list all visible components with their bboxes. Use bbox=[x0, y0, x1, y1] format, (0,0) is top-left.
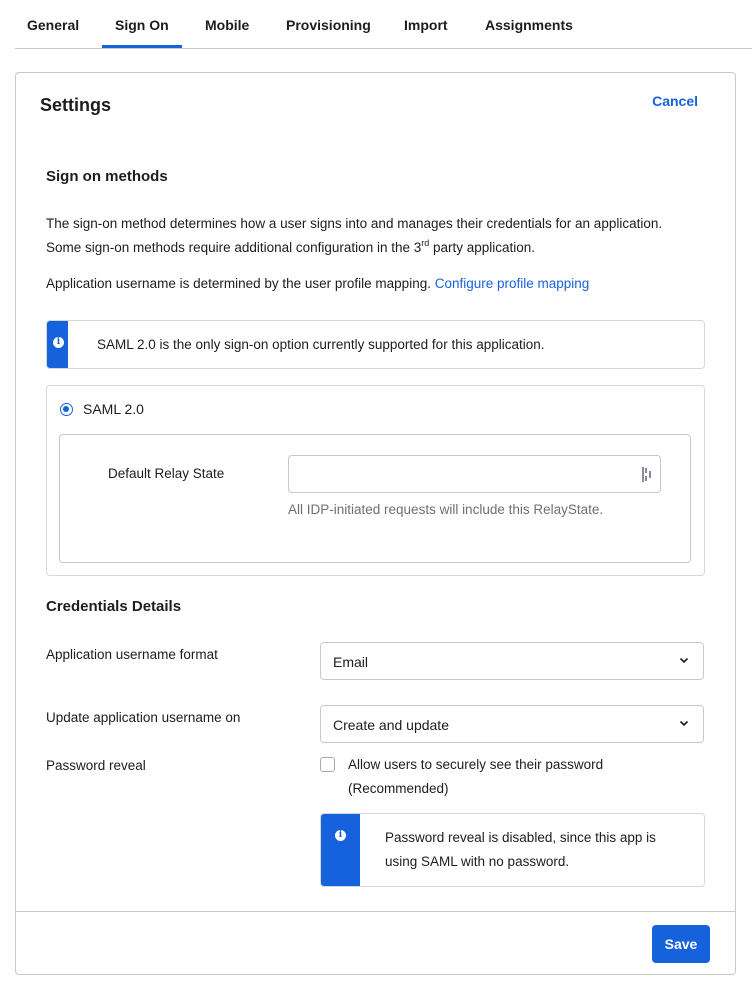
tab-provisioning[interactable]: Provisioning bbox=[286, 17, 371, 33]
update-username-label: Update application username on bbox=[46, 710, 241, 725]
relay-state-input[interactable] bbox=[288, 455, 661, 493]
username-format-value: Email bbox=[333, 654, 369, 670]
sign-on-methods-heading: Sign on methods bbox=[46, 168, 168, 185]
relay-state-label: Default Relay State bbox=[108, 466, 225, 481]
settings-card: Settings Cancel Sign on methods The sign… bbox=[15, 72, 736, 975]
footer-divider bbox=[16, 911, 735, 912]
chevron-down-icon bbox=[679, 720, 689, 727]
tab-bar: General Sign On Mobile Provisioning Impo… bbox=[15, 0, 752, 49]
configure-profile-mapping-link[interactable]: Configure profile mapping bbox=[435, 276, 590, 291]
sign-on-option-group: SAML 2.0 Default Relay State All IDP-ini… bbox=[46, 385, 705, 576]
password-reveal-info-callout: i Password reveal is disabled, since thi… bbox=[320, 813, 705, 887]
tab-assignments[interactable]: Assignments bbox=[485, 17, 573, 33]
saml-radio[interactable] bbox=[60, 403, 73, 416]
saml-info-text: SAML 2.0 is the only sign-on option curr… bbox=[97, 337, 545, 352]
info-icon: i bbox=[53, 337, 64, 348]
saml-radio-label[interactable]: SAML 2.0 bbox=[83, 401, 144, 417]
username-format-select[interactable]: Email bbox=[320, 642, 704, 680]
username-format-label: Application username format bbox=[46, 647, 218, 662]
tab-sign-on[interactable]: Sign On bbox=[102, 17, 182, 48]
update-username-select[interactable]: Create and update bbox=[320, 705, 704, 743]
tab-mobile[interactable]: Mobile bbox=[205, 17, 249, 33]
tab-import[interactable]: Import bbox=[404, 17, 448, 33]
password-reveal-info-text: Password reveal is disabled, since this … bbox=[385, 830, 656, 869]
profile-mapping-text: Application username is determined by th… bbox=[46, 276, 590, 291]
update-username-value: Create and update bbox=[333, 717, 449, 733]
saml-settings-box: Default Relay State All IDP-initiated re… bbox=[59, 434, 691, 563]
info-icon: i bbox=[335, 830, 346, 841]
password-reveal-checkbox[interactable] bbox=[320, 757, 335, 772]
settings-title: Settings bbox=[40, 95, 112, 115]
save-button[interactable]: Save bbox=[652, 925, 710, 963]
credentials-heading: Credentials Details bbox=[46, 598, 182, 615]
relay-state-helper: All IDP-initiated requests will include … bbox=[288, 502, 604, 517]
password-reveal-checkbox-label[interactable]: Allow users to securely see their passwo… bbox=[348, 753, 648, 801]
sign-on-description: The sign-on method determines how a user… bbox=[46, 216, 663, 255]
cancel-button[interactable]: Cancel bbox=[652, 93, 698, 109]
tab-general[interactable]: General bbox=[27, 17, 79, 33]
saml-info-callout: i SAML 2.0 is the only sign-on option cu… bbox=[46, 320, 705, 369]
password-manager-icon[interactable] bbox=[642, 467, 654, 482]
password-reveal-label: Password reveal bbox=[46, 758, 146, 773]
chevron-down-icon bbox=[679, 657, 689, 664]
